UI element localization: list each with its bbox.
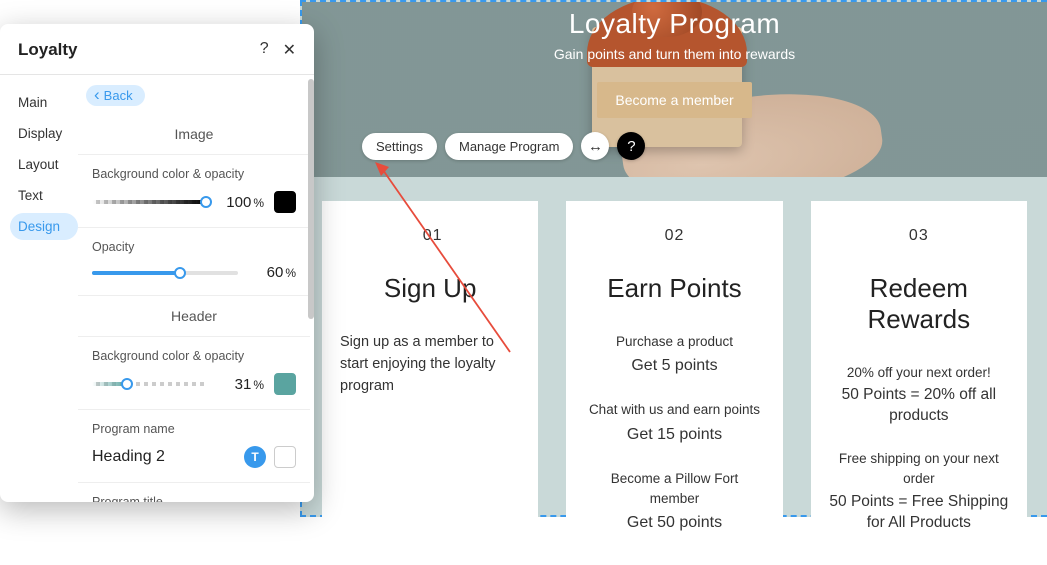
field-label: Program title: [92, 495, 296, 502]
earn-line: Chat with us and earn points: [584, 400, 764, 420]
page-canvas: Loyalty Program Gain points and turn the…: [300, 0, 1047, 517]
hero-subtitle: Gain points and turn them into rewards: [302, 46, 1047, 62]
header-bg-value: 31%: [216, 376, 264, 393]
nav-main[interactable]: Main: [10, 89, 78, 116]
section-title-header: Header: [78, 295, 310, 336]
field-label: Opacity: [92, 240, 296, 254]
widget-toolbar: Settings Manage Program ↔ ?: [362, 132, 645, 160]
card-earn: 02 Earn Points Purchase a product Get 5 …: [566, 201, 782, 565]
earn-points: Get 5 points: [584, 354, 764, 378]
bg-opacity-value: 100%: [216, 194, 264, 211]
help-icon[interactable]: ?: [260, 40, 269, 60]
text-style-icon[interactable]: T: [244, 446, 266, 468]
nav-layout[interactable]: Layout: [10, 151, 78, 178]
earn-line: Become a Pillow Fort member: [584, 469, 764, 510]
program-name-value[interactable]: Heading 2: [92, 448, 165, 466]
field-label: Background color & opacity: [92, 167, 296, 181]
earn-line: Purchase a product: [584, 332, 764, 352]
redeem-equation: 50 Points = 20% off all products: [829, 385, 1009, 427]
nav-display[interactable]: Display: [10, 120, 78, 147]
field-label: Background color & opacity: [92, 349, 296, 363]
earn-points: Get 50 points: [584, 511, 764, 535]
redeem-equation: 50 Points = Free Shipping for All Produc…: [829, 492, 1009, 534]
card-number: 03: [829, 227, 1009, 245]
hero-section: Loyalty Program Gain points and turn the…: [302, 2, 1047, 177]
settings-button[interactable]: Settings: [362, 133, 437, 160]
become-member-button[interactable]: Become a member: [597, 82, 751, 118]
card-title: Redeem Rewards: [829, 273, 1009, 335]
design-panel: Loyalty ? ✕ Main Display Layout Text Des…: [0, 24, 314, 502]
card-body: Sign up as a member to start enjoying th…: [340, 332, 520, 397]
color-swatch[interactable]: [274, 191, 296, 213]
nav-design[interactable]: Design: [10, 213, 78, 240]
close-icon[interactable]: ✕: [283, 40, 296, 60]
redeem-line: Free shipping on your next order: [829, 449, 1009, 490]
panel-title: Loyalty: [18, 40, 78, 60]
scrollbar[interactable]: [308, 75, 314, 502]
section-title-image: Image: [78, 114, 310, 154]
bg-opacity-slider[interactable]: [92, 195, 206, 209]
header-bg-slider[interactable]: [92, 377, 206, 391]
cards-row: 01 Sign Up Sign up as a member to start …: [302, 177, 1047, 565]
card-title: Sign Up: [340, 273, 520, 304]
card-number: 01: [423, 227, 443, 244]
field-label: Program name: [92, 422, 296, 436]
redeem-line: 20% off your next order!: [829, 363, 1009, 383]
card-signup: 01 Sign Up Sign up as a member to start …: [322, 201, 538, 565]
color-swatch[interactable]: [274, 446, 296, 468]
hero-title: Loyalty Program: [302, 8, 1047, 40]
opacity-value: 60%: [248, 264, 296, 281]
stretch-icon[interactable]: ↔: [581, 132, 609, 160]
card-title: Earn Points: [584, 273, 764, 304]
earn-points: Get 15 points: [584, 423, 764, 447]
manage-program-button[interactable]: Manage Program: [445, 133, 573, 160]
card-number: 02: [584, 227, 764, 245]
back-button[interactable]: Back: [86, 85, 145, 106]
opacity-slider[interactable]: [92, 266, 238, 280]
nav-text[interactable]: Text: [10, 182, 78, 209]
card-redeem: 03 Redeem Rewards 20% off your next orde…: [811, 201, 1027, 565]
panel-nav: Main Display Layout Text Design: [0, 75, 78, 502]
help-icon[interactable]: ?: [617, 132, 645, 160]
color-swatch[interactable]: [274, 373, 296, 395]
